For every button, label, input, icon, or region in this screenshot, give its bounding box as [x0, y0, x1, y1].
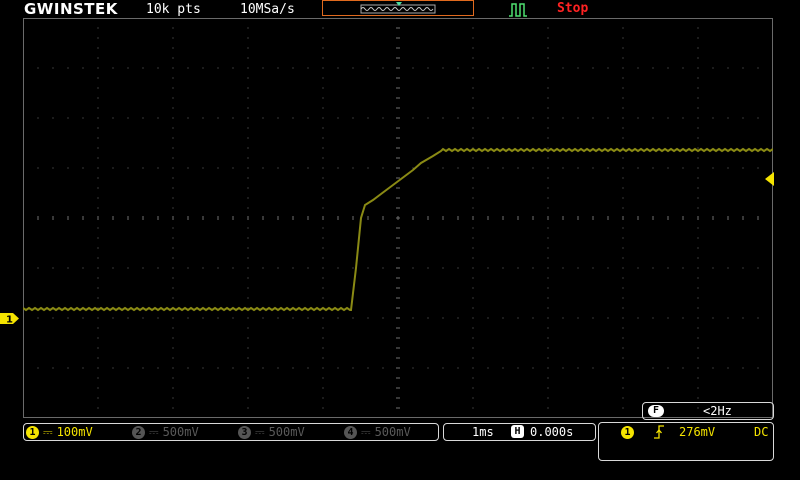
ch1-scale[interactable]: 1 ⎓ 100mV: [26, 424, 93, 440]
timebase-box[interactable]: 1ms H 0.000s: [443, 423, 596, 441]
ch3-scale-value: 500mV: [268, 425, 305, 439]
ch1-scale-value: 100mV: [56, 425, 93, 439]
frequency-badge: F: [648, 405, 664, 417]
ch4-badge: 4: [344, 426, 357, 439]
ch1-marker-icon: 1: [0, 313, 19, 326]
trigger-box[interactable]: 1 276mV DC: [598, 422, 774, 461]
horizontal-position-icon: H: [511, 425, 524, 438]
trigger-source-badge: 1: [621, 426, 634, 439]
ch2-badge: 2: [132, 426, 145, 439]
waveform-display[interactable]: [23, 18, 773, 418]
sample-rate: 10MSa/s: [240, 2, 295, 17]
ch4-scale-value: 500mV: [374, 425, 411, 439]
ch1-badge: 1: [26, 426, 39, 439]
timebase-position: 0.000s: [530, 425, 574, 439]
rising-edge-icon: [653, 424, 665, 444]
ch3-badge: 3: [238, 426, 251, 439]
trigger-coupling: DC: [754, 425, 769, 439]
brand-logo: GWINSTEK: [24, 0, 118, 18]
dc-coupling-icon: ⎓: [361, 425, 371, 439]
trigger-level: 276mV: [679, 425, 716, 439]
record-length: 10k pts: [146, 2, 201, 17]
dc-coupling-icon: ⎓: [149, 425, 159, 439]
frequency-value: <2Hz: [703, 404, 732, 418]
dc-coupling-icon: ⎓: [43, 425, 53, 439]
ch4-scale[interactable]: 4 ⎓ 500mV: [344, 424, 411, 440]
frequency-counter[interactable]: F <2Hz: [642, 402, 774, 420]
run-status[interactable]: Stop: [557, 1, 588, 16]
ch1-ground-marker[interactable]: 1: [0, 310, 20, 326]
ch3-scale[interactable]: 3 ⎓ 500mV: [238, 424, 305, 440]
ch2-scale-value: 500mV: [162, 425, 199, 439]
timebase-scale: 1ms: [472, 425, 494, 439]
dc-coupling-icon: ⎓: [255, 425, 265, 439]
ch2-scale[interactable]: 2 ⎓ 500mV: [132, 424, 199, 440]
memory-overview-bar[interactable]: [322, 0, 474, 16]
overview-waveform-icon: [360, 2, 436, 14]
ch1-marker-label: 1: [6, 315, 13, 326]
trigger-level-marker[interactable]: [765, 171, 774, 190]
channel-scale-bar: 1 ⎓ 100mV 2 ⎓ 500mV 3 ⎓ 500mV 4 ⎓ 500mV: [23, 423, 439, 441]
